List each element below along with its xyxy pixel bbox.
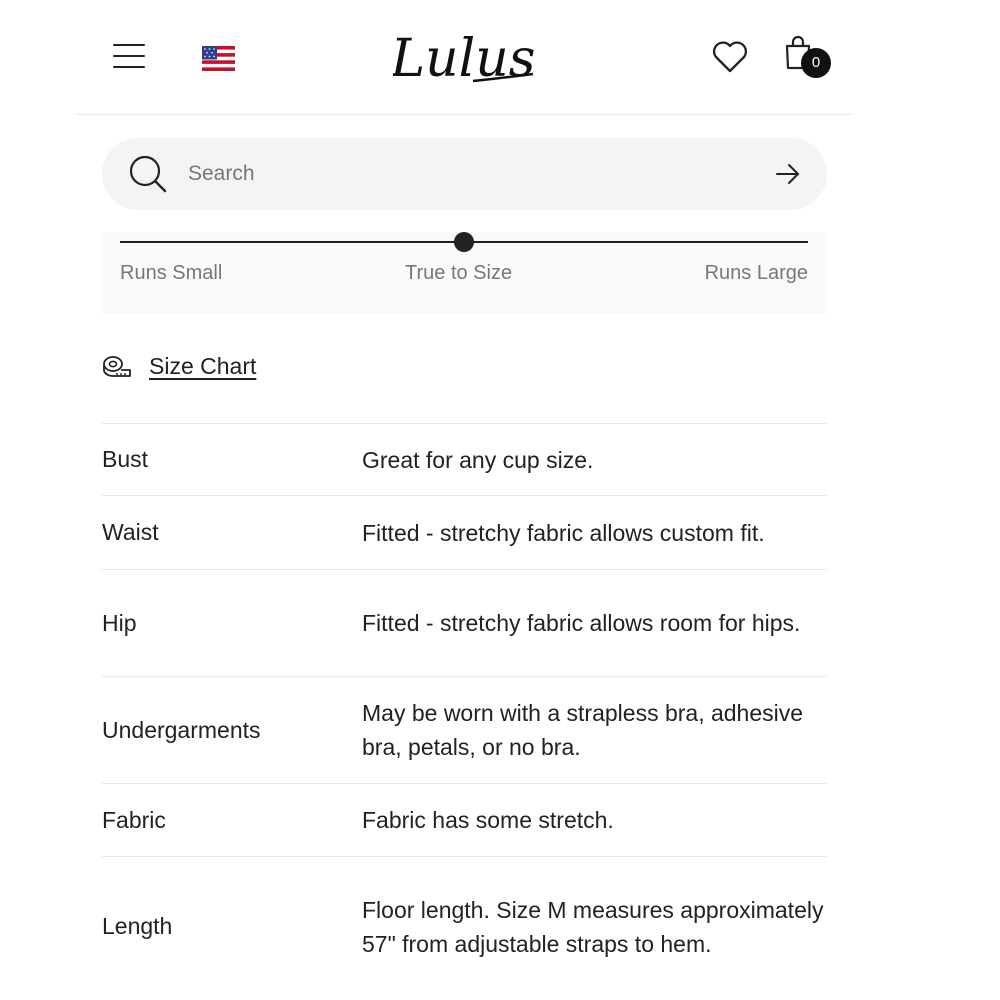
fit-attribute: Bust [102, 446, 149, 472]
fit-row-hip: Hip Fitted - stretchy fabric allows room… [102, 569, 827, 676]
measuring-tape-icon [103, 356, 131, 377]
fit-row-bust: Bust Great for any cup size. [102, 423, 827, 495]
fit-row-undergarments: Undergarments May be worn with a straple… [102, 676, 827, 783]
fit-description: Fabric has some stretch. [362, 807, 614, 833]
fit-description: Fitted - stretchy fabric allows room for… [362, 610, 801, 636]
fit-label-true-to-size: True to Size [405, 262, 513, 284]
wishlist-heart-icon[interactable] [711, 38, 749, 76]
fit-attribute: Undergarments [102, 716, 261, 743]
svg-text:Lulus: Lulus [393, 29, 535, 89]
search-input[interactable] [188, 154, 748, 194]
arrow-right-icon[interactable] [774, 160, 802, 188]
site-header: Lulus 0 [75, 0, 853, 115]
cart-count-badge: 0 [801, 48, 831, 78]
fit-description: Great for any cup size. [362, 446, 594, 473]
fit-description: Floor length. Size M measures approximat… [362, 896, 824, 957]
fit-description: Fitted - stretchy fabric allows custom f… [362, 519, 765, 546]
fit-row-waist: Waist Fitted - stretchy fabric allows cu… [102, 495, 827, 569]
fit-attribute: Length [102, 913, 173, 939]
size-chart-label[interactable]: Size Chart [149, 353, 256, 380]
fit-attribute: Hip [102, 609, 137, 636]
fit-description: May be worn with a strapless bra, adhesi… [362, 700, 804, 760]
fit-attribute: Waist [102, 519, 159, 545]
search-bar[interactable] [102, 138, 827, 210]
fit-attribute: Fabric [102, 806, 166, 833]
fit-row-fabric: Fabric Fabric has some stretch. [102, 783, 827, 856]
shopping-bag-button[interactable]: 0 [781, 32, 831, 80]
fit-scale-marker [454, 232, 474, 252]
fit-label-runs-small: Runs Small [120, 262, 223, 284]
search-icon [129, 155, 167, 193]
fit-details-table: Bust Great for any cup size. Waist Fitte… [102, 423, 827, 996]
lulus-logo[interactable]: Lulus [393, 28, 535, 90]
fit-row-length: Length Floor length. Size M measures app… [102, 856, 827, 996]
fit-label-runs-large: Runs Large [704, 262, 808, 284]
us-flag-icon[interactable] [202, 46, 235, 71]
fit-scale: Runs Small True to Size Runs Large [102, 232, 827, 314]
menu-icon[interactable] [113, 42, 147, 70]
